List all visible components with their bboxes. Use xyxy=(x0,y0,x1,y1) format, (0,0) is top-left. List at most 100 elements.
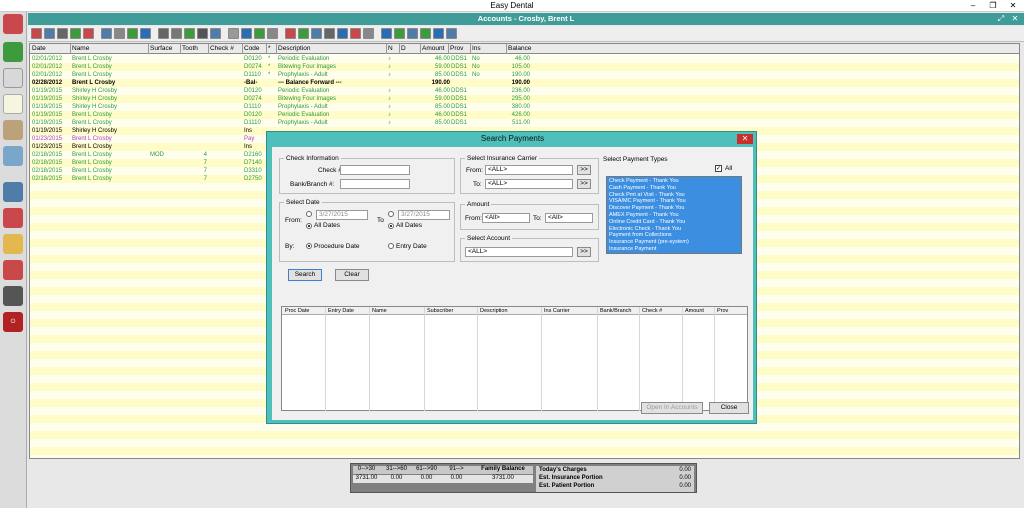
payment-types-list[interactable]: Check Payment - Thank You Cash Payment - … xyxy=(606,176,742,254)
dialog-close-icon[interactable]: ✕ xyxy=(737,134,753,144)
chart-tooth-icon[interactable] xyxy=(3,94,23,114)
transfer-icon[interactable] xyxy=(407,28,418,39)
col-header-surface[interactable]: Surface xyxy=(150,45,172,52)
alert-icon[interactable] xyxy=(298,28,309,39)
ledger-row[interactable]: 01/19/2015 Brent L Crosby D0120 Periodic Ev… xyxy=(30,111,1019,119)
payment-type-item[interactable]: Check Pmt at Visit - Thank You xyxy=(609,192,739,199)
calculator-icon[interactable] xyxy=(254,28,265,39)
attach-icon[interactable] xyxy=(267,28,278,39)
payment-type-item[interactable]: Insurance Payment xyxy=(609,246,739,253)
entry-date-radio[interactable] xyxy=(388,243,394,249)
payment-type-item[interactable]: Electronic Check - Thank You xyxy=(609,226,739,233)
flag-icon[interactable] xyxy=(381,28,392,39)
maximize-button[interactable]: ❐ xyxy=(986,0,1000,11)
continuing-care-icon[interactable] xyxy=(3,208,23,228)
ledger-row[interactable]: 02/01/2012 Brent L Crosby D0120 * Periodic E… xyxy=(30,55,1019,63)
family-file-icon[interactable] xyxy=(3,14,23,34)
payment-type-item[interactable]: Check Payment - Thank You xyxy=(609,178,739,185)
results-col-header[interactable]: Bank/Branch xyxy=(600,307,632,315)
date-to-radio[interactable] xyxy=(388,211,394,217)
clear-button[interactable]: Clear xyxy=(335,269,369,281)
payment-type-item[interactable]: Payment from Collections xyxy=(609,232,739,239)
carrier-from-browse-button[interactable]: >> xyxy=(577,165,591,175)
col-header-description[interactable]: Description xyxy=(278,45,311,52)
payment-type-item[interactable]: VISA/MC Payment - Thank You xyxy=(609,198,739,205)
results-col-header[interactable]: Ins Carrier xyxy=(544,307,570,315)
ledger-row[interactable]: 01/19/2015 Shirley H Crosby D1110 Prophylax… xyxy=(30,103,1019,111)
perio-icon[interactable] xyxy=(3,120,23,140)
col-header-prov[interactable]: Prov xyxy=(450,45,463,52)
all-dates-radio-1[interactable] xyxy=(306,223,312,229)
note-icon[interactable] xyxy=(285,28,296,39)
ledger-row[interactable]: 02/01/2012 Brent L Crosby D0274 * Bitewing F… xyxy=(30,63,1019,71)
ledger-row[interactable] xyxy=(30,431,1019,439)
col-header-d[interactable]: D xyxy=(401,45,406,52)
adjust-icon[interactable] xyxy=(101,28,112,39)
account-input[interactable]: <ALL> xyxy=(465,247,573,257)
ledger-row[interactable]: 01/19/2015 Brent L Crosby D1110 Prophylaxis… xyxy=(30,119,1019,127)
results-col-header[interactable]: Amount xyxy=(685,307,704,315)
settings-icon[interactable] xyxy=(311,28,322,39)
results-col-header[interactable]: Name xyxy=(372,307,387,315)
cd-icon[interactable] xyxy=(3,286,23,306)
chart-icon[interactable] xyxy=(394,28,405,39)
report-icon[interactable] xyxy=(363,28,374,39)
results-col-header[interactable]: Check # xyxy=(642,307,662,315)
procedure-date-radio[interactable] xyxy=(306,243,312,249)
account-browse-button[interactable]: >> xyxy=(577,247,591,257)
amount-to-input[interactable]: <All> xyxy=(545,213,593,223)
payment-type-item[interactable]: Insurance Payment (pre-system) xyxy=(609,239,739,246)
check-number-input[interactable] xyxy=(340,165,410,175)
refresh-icon[interactable] xyxy=(420,28,431,39)
sort-icon[interactable] xyxy=(184,28,195,39)
documents-folder-icon[interactable] xyxy=(3,234,23,254)
minimize-button[interactable]: – xyxy=(966,0,980,11)
treatment-plan-icon[interactable] xyxy=(3,68,23,88)
ledger-row[interactable]: 02/01/2012 Brent L Crosby D1110 * Prophylaxi… xyxy=(30,71,1019,79)
ledger-row[interactable] xyxy=(30,439,1019,447)
col-header-balance[interactable]: Balance xyxy=(508,45,532,52)
results-col-header[interactable]: Entry Date xyxy=(328,307,354,315)
date-from-input[interactable]: 3/27/2015 xyxy=(316,210,368,220)
lookup-icon[interactable] xyxy=(324,28,335,39)
close-window-button[interactable]: ✕ xyxy=(1006,0,1020,11)
ledger-row[interactable] xyxy=(30,423,1019,431)
date-to-input[interactable]: 3/27/2015 xyxy=(398,210,450,220)
payment-type-item[interactable]: Online Credit Card - Thank You xyxy=(609,219,739,226)
col-header-name[interactable]: Name xyxy=(72,45,89,52)
carrier-from-input[interactable]: <ALL> xyxy=(485,165,573,175)
claim-icon[interactable] xyxy=(158,28,169,39)
all-payment-types-checkbox[interactable]: ✓ xyxy=(715,165,722,172)
col-header-star[interactable]: * xyxy=(268,45,271,52)
walkout-icon[interactable] xyxy=(140,28,151,39)
print-icon[interactable] xyxy=(114,28,125,39)
ins-icon[interactable] xyxy=(228,28,239,39)
col-header-code[interactable]: Code xyxy=(244,45,260,52)
image-icon[interactable] xyxy=(241,28,252,39)
col-header-n[interactable]: N xyxy=(388,45,393,52)
open-in-accounts-button[interactable]: Open In Accounts xyxy=(641,402,703,414)
ledger-row[interactable]: 02/28/2012 Brent L Crosby -Bal- --- Balance… xyxy=(30,79,1019,87)
help-icon[interactable] xyxy=(433,28,444,39)
close-dialog-button[interactable]: Close xyxy=(709,402,749,414)
payment-type-item[interactable]: Discover Payment - Thank You xyxy=(609,205,739,212)
payment-type-item[interactable]: Cash Payment - Thank You xyxy=(609,185,739,192)
restore-subwindow-button[interactable]: ⤢ xyxy=(996,13,1006,25)
ledger-row[interactable]: 01/19/2015 Shirley H Crosby D0274 Bitewing … xyxy=(30,95,1019,103)
results-col-header[interactable]: Proc Date xyxy=(285,307,309,315)
results-col-header[interactable]: Subscriber xyxy=(427,307,453,315)
payment-icon[interactable] xyxy=(83,28,94,39)
carrier-to-browse-button[interactable]: >> xyxy=(577,179,591,189)
results-col-header[interactable]: Description xyxy=(480,307,508,315)
insurance-icon[interactable] xyxy=(70,28,81,39)
bank-branch-input[interactable] xyxy=(340,179,410,189)
email-icon[interactable] xyxy=(210,28,221,39)
col-header-check[interactable]: Check # xyxy=(210,45,234,52)
search-icon[interactable] xyxy=(57,28,68,39)
analysis-chart-icon[interactable] xyxy=(3,260,23,280)
ledger-row[interactable] xyxy=(30,447,1019,455)
col-header-date[interactable]: Date xyxy=(32,45,46,52)
statement-icon[interactable] xyxy=(127,28,138,39)
all-dates-radio-2[interactable] xyxy=(388,223,394,229)
new-account-icon[interactable] xyxy=(31,28,42,39)
